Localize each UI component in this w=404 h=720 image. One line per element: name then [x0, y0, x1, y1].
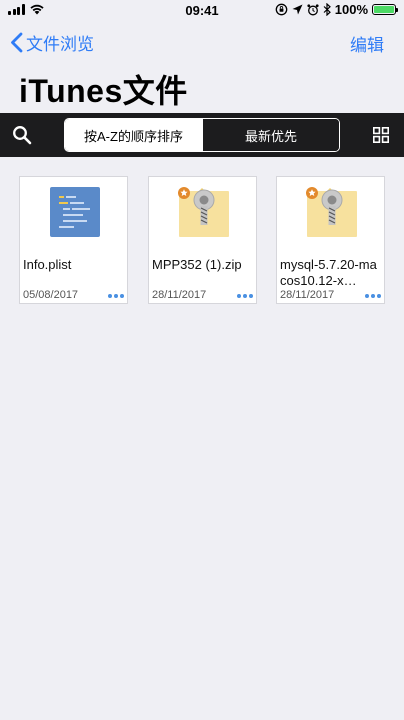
search-icon[interactable]: [12, 125, 32, 145]
page-title: iTunes文件: [19, 73, 188, 109]
sort-segmented-control: 按A-Z的顺序排序 最新优先: [64, 118, 340, 152]
grid-view-icon[interactable]: [373, 127, 389, 143]
status-bar: 09:41 100%: [0, 0, 404, 22]
battery-icon: [372, 4, 398, 15]
file-card[interactable]: MPP352 (1).zip 28/11/2017: [148, 176, 257, 304]
more-options-button[interactable]: [237, 294, 253, 298]
file-name: MPP352 (1).zip: [152, 257, 242, 272]
sort-option-a-z[interactable]: 按A-Z的顺序排序: [65, 119, 202, 151]
navigation-bar: 文件浏览 编辑: [0, 22, 404, 62]
plist-file-icon: [50, 187, 100, 237]
file-date: 05/08/2017: [23, 289, 79, 301]
sort-toolbar: 按A-Z的顺序排序 最新优先: [0, 113, 404, 157]
file-name: mysql-5.7.20-macos10.12-x…: [280, 257, 377, 288]
battery-percent: 100%: [334, 2, 368, 17]
zip-archive-icon: [178, 187, 229, 237]
orientation-lock-icon: [275, 3, 288, 16]
chevron-left-icon: [11, 32, 23, 53]
location-arrow-icon: [292, 4, 303, 15]
back-button-label: 文件浏览: [26, 35, 94, 54]
status-right: 100%: [275, 2, 398, 17]
alarm-clock-icon: [307, 3, 319, 15]
sort-option-newest[interactable]: 最新优先: [202, 119, 339, 151]
zip-archive-icon: [306, 187, 357, 237]
battery-level-fill: [374, 6, 394, 13]
file-name: Info.plist: [23, 257, 72, 272]
file-date: 28/11/2017: [152, 289, 207, 301]
file-card[interactable]: Info.plist 05/08/2017: [19, 176, 128, 304]
file-date: 28/11/2017: [280, 289, 335, 301]
back-button[interactable]: 文件浏览: [10, 30, 94, 55]
file-card[interactable]: mysql-5.7.20-macos10.12-x… 28/11/2017: [276, 176, 385, 304]
more-options-button[interactable]: [365, 294, 381, 298]
more-options-button[interactable]: [108, 294, 124, 298]
edit-button[interactable]: 编辑: [350, 31, 384, 56]
bluetooth-icon: [323, 3, 331, 16]
